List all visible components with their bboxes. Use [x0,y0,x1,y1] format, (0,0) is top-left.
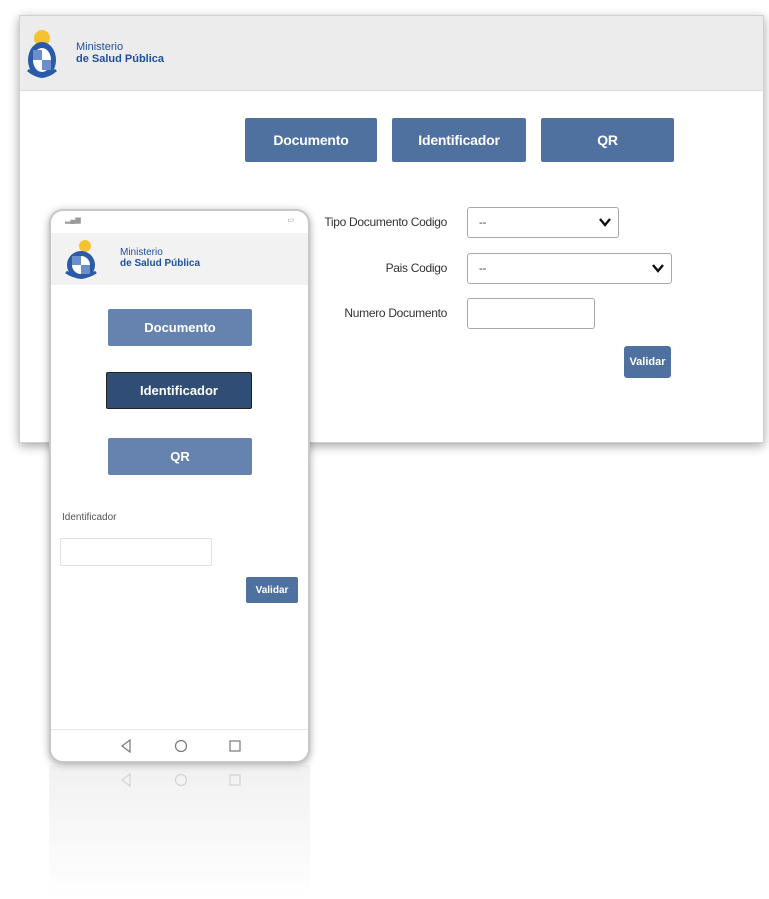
phone-tab-qr[interactable]: QR [108,438,252,475]
chevron-down-icon [599,218,611,227]
phone-reflection [49,765,310,899]
android-nav-bar [51,729,308,761]
brand-line2: de Salud Pública [76,53,165,65]
battery-icon: ▭ [287,217,294,224]
tipo-documento-select[interactable]: -- [467,207,619,238]
back-icon-reflection [121,773,131,787]
tab-identificador[interactable]: Identificador [392,118,526,162]
recents-icon[interactable] [228,739,242,753]
pais-codigo-label: Pais Codigo [385,261,448,275]
status-bar: ▂▄▆ ▭ [51,211,308,233]
brand-line1: Ministerio [120,247,163,258]
back-icon[interactable] [119,739,133,753]
home-icon-reflection [174,773,188,787]
tab-documento[interactable]: Documento [245,118,377,162]
identificador-input[interactable] [60,538,212,566]
pais-codigo-select[interactable]: -- [467,253,672,284]
desktop-header: Ministerio de Salud Pública [20,16,763,91]
signal-icon: ▂▄▆ [65,217,81,224]
brand-name: Ministerio de Salud Pública [76,41,164,65]
numero-documento-label: Numero Documento [344,306,447,320]
pais-codigo-value: -- [479,262,487,275]
numero-documento-input[interactable] [467,298,595,329]
brand-line1: Ministerio [76,41,124,53]
phone-header: Ministerio de Salud Pública [51,233,308,285]
phone-tab-identificador[interactable]: Identificador [106,372,252,409]
brand-line2: de Salud Pública [120,258,201,269]
coat-of-arms-logo [27,30,57,78]
desktop-validar-button[interactable]: Validar [624,346,671,378]
phone-mockup: ▂▄▆ ▭ Ministerio de Salud Pública Docume… [49,209,310,763]
phone-tab-documento[interactable]: Documento [108,309,252,346]
coat-of-arms-logo [65,240,97,279]
recents-icon-reflection [229,774,241,786]
tipo-documento-value: -- [479,216,487,229]
tab-qr[interactable]: QR [541,118,674,162]
phone-validar-button[interactable]: Validar [246,577,298,603]
brand-name: Ministerio de Salud Pública [120,247,200,269]
chevron-down-icon [652,264,664,273]
home-icon[interactable] [174,739,188,753]
tipo-documento-label: Tipo Documento Codigo [324,215,447,229]
identificador-label: Identificador [62,512,117,523]
